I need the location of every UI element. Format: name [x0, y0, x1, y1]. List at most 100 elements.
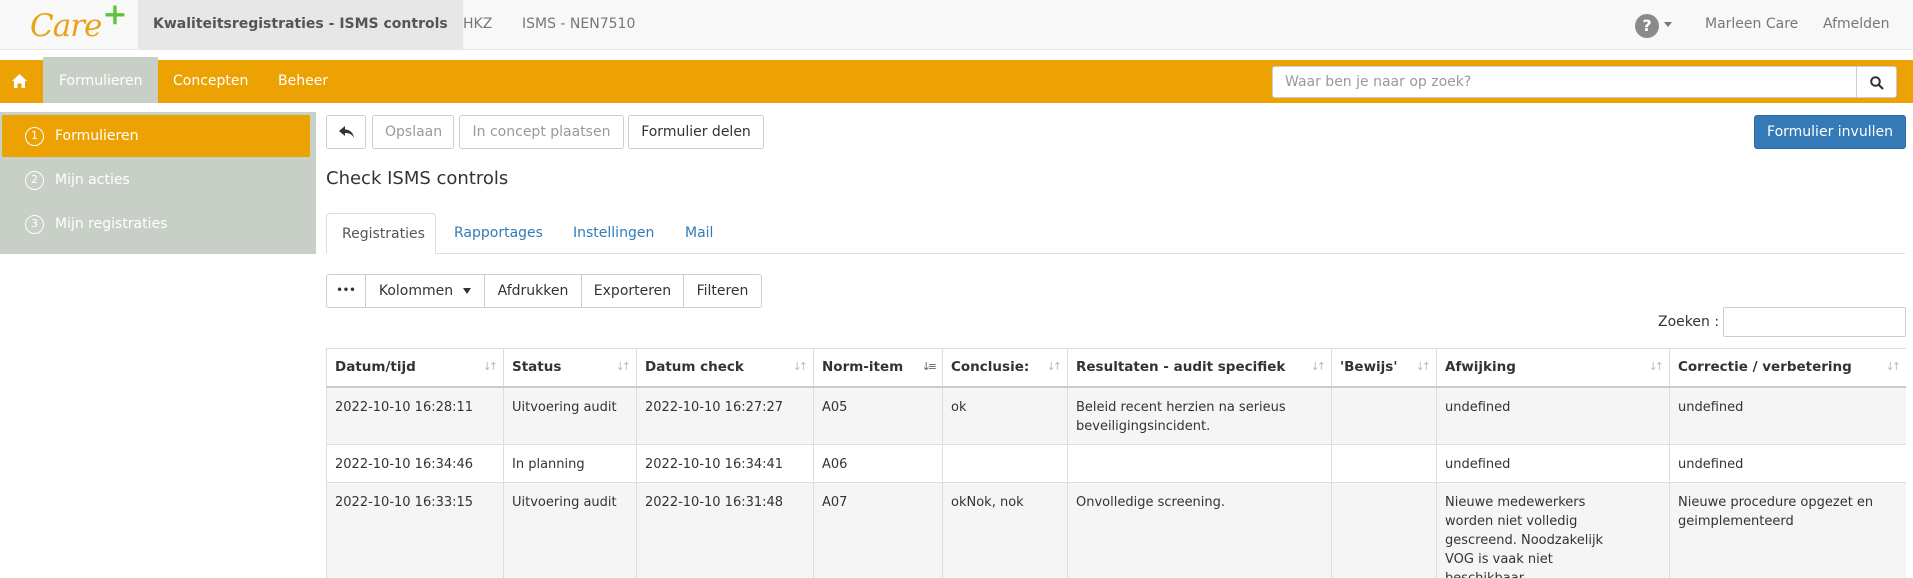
table-cell: A07: [813, 481, 943, 578]
table-search-label: Zoeken :: [1658, 314, 1720, 330]
care-logo[interactable]: Care+: [30, 0, 128, 44]
table-cell: undefined: [1669, 386, 1906, 445]
sidebar-item-label: Formulieren: [55, 128, 139, 144]
table-search-input[interactable]: [1723, 307, 1906, 337]
table-cell: [1331, 443, 1437, 483]
help-icon[interactable]: ?: [1635, 14, 1659, 38]
step-number-badge: 1: [25, 127, 44, 146]
column-header[interactable]: Conclusie: ↓↑: [942, 348, 1068, 388]
column-header[interactable]: Norm-item ↓≡: [813, 348, 943, 388]
table-cell: Uitvoering audit: [503, 386, 637, 445]
tab-instellingen[interactable]: Instellingen: [558, 213, 669, 254]
home-button[interactable]: [0, 60, 40, 103]
table-cell: Nieuwe procedure opgezet en geimplemente…: [1669, 481, 1906, 578]
column-header-label: Conclusie:: [951, 359, 1030, 376]
column-header[interactable]: Datum/tijd ↓↑: [326, 348, 504, 388]
column-header-label: Correctie / verbetering: [1678, 359, 1852, 376]
table-cell: A06: [813, 443, 943, 483]
more-options-button[interactable]: •••: [326, 274, 366, 308]
sidebar-item-label: Mijn registraties: [55, 216, 168, 232]
logo-text: Care: [30, 8, 102, 44]
table-cell: Nieuwe medewerkers worden niet volledig …: [1436, 481, 1670, 578]
table-cell: 2022-10-10 16:34:41: [636, 443, 814, 483]
table-cell: 2022-10-10 16:27:27: [636, 386, 814, 445]
table-cell: ok: [942, 386, 1068, 445]
sidebar-item-label: Mijn acties: [55, 172, 130, 188]
column-header[interactable]: Resultaten - audit specifiek ↓↑: [1067, 348, 1332, 388]
filter-button[interactable]: Filteren: [683, 274, 762, 308]
search-icon: [1870, 76, 1884, 90]
sort-icon[interactable]: ↓↑: [1886, 360, 1902, 373]
search-button[interactable]: [1857, 66, 1897, 98]
column-header[interactable]: 'Bewijs' ↓↑: [1331, 348, 1437, 388]
tab-rapportages[interactable]: Rapportages: [439, 213, 558, 254]
export-button[interactable]: Exporteren: [581, 274, 684, 308]
table-cell: 2022-10-10 16:28:11: [326, 386, 504, 445]
step-number-badge: 2: [25, 171, 44, 190]
table-cell: undefined: [1436, 443, 1670, 483]
home-icon: [12, 74, 27, 88]
nav-tab-beheer[interactable]: Beheer: [262, 60, 344, 103]
column-header[interactable]: Status ↓↑: [503, 348, 637, 388]
table-cell: undefined: [1436, 386, 1670, 445]
table-cell: Uitvoering audit: [503, 481, 637, 578]
column-header-label: Status: [512, 359, 562, 376]
global-search-input[interactable]: [1273, 67, 1856, 97]
nav-tab-concepten[interactable]: Concepten: [157, 60, 264, 103]
sort-icon[interactable]: ↓↑: [483, 360, 499, 373]
column-header[interactable]: Datum check ↓↑: [636, 348, 814, 388]
sidebar-item-mijn-registraties[interactable]: 3 Mijn registraties: [2, 203, 310, 245]
print-button[interactable]: Afdrukken: [484, 274, 582, 308]
columns-dropdown[interactable]: Kolommen: [365, 274, 485, 308]
table-row[interactable]: 2022-10-10 16:28:11 Uitvoering audit 202…: [326, 386, 1906, 445]
sort-icon[interactable]: ↓↑: [1416, 360, 1432, 373]
sort-icon[interactable]: ↓↑: [1649, 360, 1665, 373]
caret-down-icon: [463, 288, 472, 294]
column-header-label: 'Bewijs': [1340, 359, 1398, 376]
tab-mail[interactable]: Mail: [670, 213, 728, 254]
global-search: [1272, 66, 1857, 98]
logo-plus: +: [102, 0, 127, 32]
sort-ascending-icon[interactable]: ↓≡: [922, 360, 938, 373]
share-form-button[interactable]: Formulier delen: [628, 115, 764, 149]
tab-registraties[interactable]: Registraties: [326, 213, 436, 254]
table-cell: A05: [813, 386, 943, 445]
table-header-row: Datum/tijd ↓↑ Status ↓↑ Datum check ↓↑ Norm…: [326, 348, 1906, 388]
user-menu-link[interactable]: Marleen Care: [1705, 0, 1798, 49]
sort-icon[interactable]: ↓↑: [1311, 360, 1327, 373]
save-button[interactable]: Opslaan: [372, 115, 454, 149]
logout-link[interactable]: Afmelden: [1823, 0, 1890, 49]
back-button[interactable]: [326, 115, 366, 149]
column-header-label: Datum check: [645, 359, 744, 376]
top-tab-isms-nen7510[interactable]: ISMS - NEN7510: [507, 0, 650, 49]
help-caret-icon[interactable]: [1664, 22, 1672, 27]
column-header[interactable]: Correctie / verbetering ↓↑: [1669, 348, 1906, 388]
step-number-badge: 3: [25, 215, 44, 234]
top-tab-hkz[interactable]: HKZ: [448, 0, 507, 49]
column-header[interactable]: Afwijking ↓↑: [1436, 348, 1670, 388]
sidebar-item-formulieren[interactable]: 1 Formulieren: [2, 115, 310, 157]
sort-icon[interactable]: ↓↑: [616, 360, 632, 373]
table-row[interactable]: 2022-10-10 16:34:46 In planning 2022-10-…: [326, 443, 1906, 483]
table-cell: undefined: [1669, 443, 1906, 483]
table-cell: In planning: [503, 443, 637, 483]
column-header-label: Datum/tijd: [335, 359, 416, 376]
table-cell: Beleid recent herzien na serieus beveili…: [1067, 386, 1332, 445]
fill-form-button[interactable]: Formulier invullen: [1754, 115, 1906, 149]
table-row[interactable]: 2022-10-10 16:33:15 Uitvoering audit 202…: [326, 481, 1906, 578]
column-header-label: Resultaten - audit specifiek: [1076, 359, 1286, 376]
top-tab-isms-controls[interactable]: Kwaliteitsregistraties - ISMS controls: [138, 0, 463, 49]
sort-icon[interactable]: ↓↑: [793, 360, 809, 373]
table-cell: Onvolledige screening.: [1067, 481, 1332, 578]
table-cell: [942, 443, 1068, 483]
main-navbar: Formulieren Concepten Beheer: [0, 57, 1913, 103]
concept-button[interactable]: In concept plaatsen: [459, 115, 624, 149]
table-cell: [1331, 386, 1437, 445]
sidebar-item-mijn-acties[interactable]: 2 Mijn acties: [2, 159, 310, 201]
table-cell: 2022-10-10 16:34:46: [326, 443, 504, 483]
sort-icon[interactable]: ↓↑: [1047, 360, 1063, 373]
registrations-table: Datum/tijd ↓↑ Status ↓↑ Datum check ↓↑ Norm…: [326, 348, 1906, 578]
nav-tab-formulieren[interactable]: Formulieren: [43, 57, 159, 103]
sidebar: 1 Formulieren 2 Mijn acties 3 Mijn regis…: [0, 112, 316, 254]
page-title: Check ISMS controls: [326, 168, 509, 189]
